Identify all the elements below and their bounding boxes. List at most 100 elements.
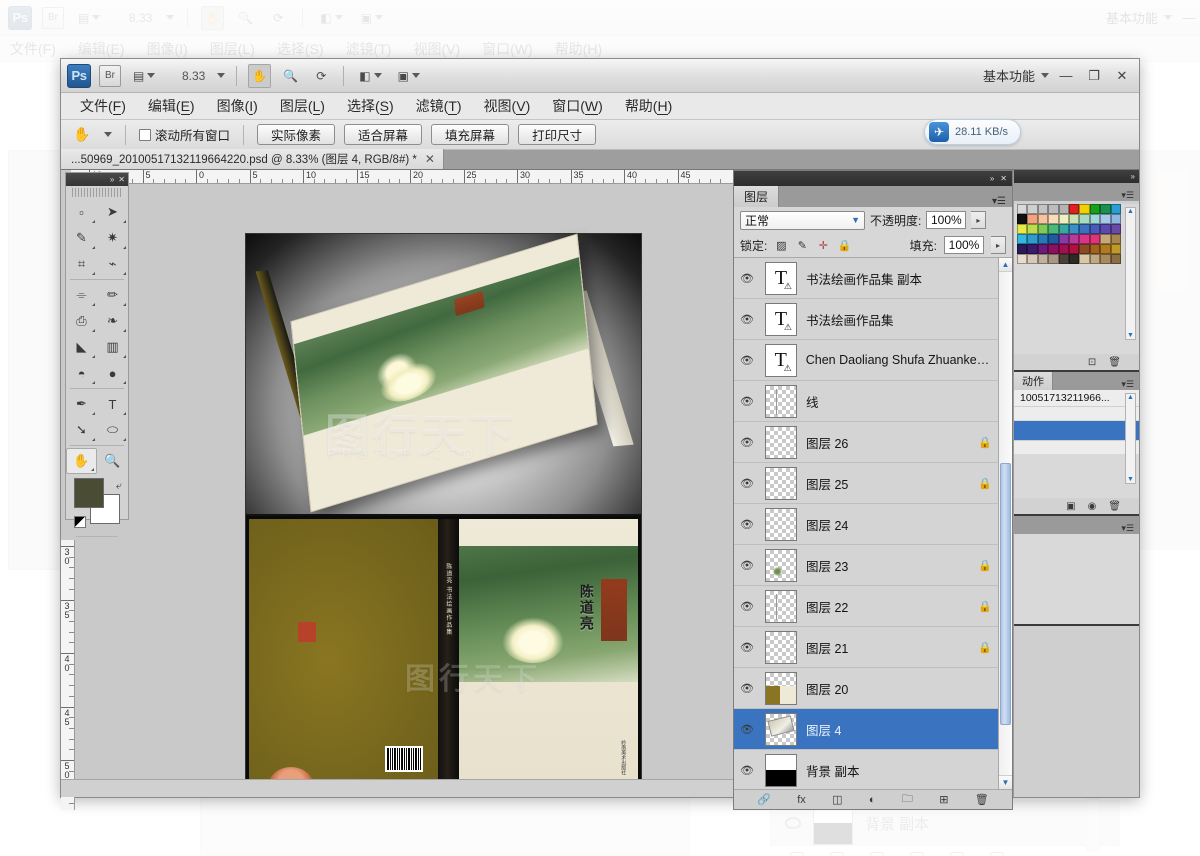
layer-thumbnail[interactable]: T ⚠ [765,261,797,295]
color-swatch[interactable] [1089,234,1101,244]
fill-screen-button[interactable]: 填充屏幕 [431,124,510,145]
color-swatch[interactable] [1017,234,1028,244]
eraser-tool-icon[interactable]: ◣ [66,334,97,360]
swatches-panel-menu-icon[interactable]: ▾☰ [1116,190,1139,201]
color-swatch[interactable] [1058,224,1069,234]
document-tab[interactable]: ...50969_20100517132119664220.psd @ 8.33… [61,149,444,169]
scrollbar-track[interactable] [999,272,1012,775]
scroll-all-windows-checkbox[interactable]: 滚动所有窗口 [139,125,230,144]
minimize-button[interactable]: — [1055,66,1077,86]
color-swatch[interactable] [1048,244,1059,254]
layer-visibility-eye-icon[interactable]: 👁 [738,599,756,613]
color-swatch[interactable] [1068,224,1080,234]
record-icon[interactable]: ◉ [1088,501,1097,512]
color-swatch[interactable] [1110,224,1121,234]
color-swatch[interactable] [1017,224,1028,234]
marquee-tool-icon[interactable]: ▫ [66,199,97,225]
layer-thumbnail[interactable] [765,630,797,664]
layers-collapse-icon[interactable]: » [990,174,994,183]
fill-stepper-icon[interactable]: ▸ [991,236,1006,254]
color-swatch[interactable] [1017,204,1028,214]
actual-pixels-button[interactable]: 实际像素 [257,124,336,145]
layer-thumbnail[interactable] [765,507,797,541]
swatches-scroll-up-icon[interactable]: ▲ [1126,208,1135,215]
crop-tool-icon[interactable]: ⌗ [66,251,97,277]
layer-visibility-eye-icon[interactable]: 👁 [738,640,756,654]
layer-thumbnail[interactable] [765,712,797,746]
color-swatch[interactable] [1100,214,1111,224]
layer-row[interactable]: 👁 背景 副本 [734,750,998,789]
color-swatch[interactable] [1068,244,1080,254]
actions-panel-menu-icon[interactable]: ▾☰ [1116,379,1139,390]
layers-panel-menu-icon[interactable]: ▾☰ [986,196,1012,207]
color-swatch[interactable] [1058,204,1069,214]
layer-visibility-eye-icon[interactable]: 👁 [738,312,756,326]
swatches-grid[interactable] [1017,204,1121,264]
close-button[interactable]: ✕ [1111,66,1133,86]
delete-swatch-icon[interactable]: 🗑 [1108,357,1121,368]
scroll-down-icon[interactable]: ▼ [999,775,1012,789]
magic-wand-tool-icon[interactable]: ✷ [97,225,128,251]
color-swatch[interactable] [1058,254,1069,264]
swatches-scroll-down-icon[interactable]: ▼ [1126,332,1135,339]
color-swatch[interactable] [1048,214,1059,224]
layer-row[interactable]: 👁 线 [734,381,998,422]
color-swatch[interactable] [1100,224,1111,234]
blend-mode-select[interactable]: 正常 ▼ [740,210,865,230]
color-swatch[interactable] [1027,234,1038,244]
document-tab-close-icon[interactable]: ✕ [425,152,435,166]
menu-item-window[interactable]: 窗口(W) [541,94,614,118]
color-swatch[interactable] [1110,214,1121,224]
color-swatch[interactable] [1017,244,1028,254]
color-swatch[interactable] [1089,244,1101,254]
gradient-tool-icon[interactable]: ▥ [97,334,128,360]
color-swatch[interactable] [1048,224,1059,234]
pen-tool-icon[interactable]: ✒ [66,391,97,417]
menu-item-layer[interactable]: 图层(L) [269,94,336,118]
menu-item-filter[interactable]: 滤镜(T) [405,94,473,118]
lock-image-pixels-icon[interactable]: ✎ [795,238,809,252]
move-tool-icon[interactable]: ➤ [97,199,128,225]
blur-tool-icon[interactable]: ◓ [66,360,97,386]
layer-visibility-eye-icon[interactable]: 👁 [738,722,756,736]
color-swatch[interactable] [1079,204,1090,214]
layer-row[interactable]: 👁 图层 26 🔒 [734,422,998,463]
checkbox-box-icon[interactable] [139,128,151,141]
ellipse-shape-tool-icon[interactable]: ⬭ [97,417,128,443]
opacity-stepper-icon[interactable]: ▸ [971,211,987,229]
chevron-down-icon[interactable]: ▼ [851,215,860,225]
color-swatch[interactable] [1027,254,1038,264]
hand-tool-icon[interactable]: ✋ [248,63,272,88]
new-layer-icon[interactable]: ⊞ [939,793,948,806]
vertical-ruler[interactable]: 3035404550 [61,540,75,810]
color-swatch[interactable] [1100,244,1111,254]
extra-body[interactable] [1014,534,1139,624]
color-swatch[interactable] [1079,244,1090,254]
layer-visibility-eye-icon[interactable]: 👁 [738,517,756,531]
layer-row[interactable]: 👁 图层 24 [734,504,998,545]
color-swatch[interactable] [1017,214,1028,224]
action-item-selected[interactable] [1014,421,1139,441]
color-swatch[interactable] [1110,204,1121,214]
layer-row[interactable]: 👁 图层 4 [734,709,998,750]
lock-transparent-pixels-icon[interactable]: ▨ [774,238,788,252]
layers-scrollbar[interactable]: ▲ ▼ [998,258,1012,789]
artboard[interactable]: 陈道亮 书法绘画作品集 陈道亮 岭南美术出版社 [246,233,641,797]
color-swatch[interactable] [1037,204,1049,214]
layer-row[interactable]: 👁 图层 25 🔒 [734,463,998,504]
restore-button[interactable]: ❐ [1083,66,1105,86]
dodge-tool-icon[interactable]: ● [97,360,128,386]
hand-tool-icon-palette[interactable]: ✋ [66,448,97,474]
link-layers-icon[interactable]: 🔗 [757,793,771,806]
color-swatch[interactable] [1048,234,1059,244]
type-tool-icon[interactable]: T [97,391,128,417]
default-colors-icon[interactable] [74,516,86,528]
layer-visibility-eye-icon[interactable]: 👁 [738,394,756,408]
color-swatch[interactable] [1110,234,1121,244]
arrange-documents-icon[interactable]: ◧ [355,64,385,88]
color-swatch[interactable] [1100,204,1111,214]
menu-item-image[interactable]: 图像(I) [206,94,269,118]
zoom-tool-icon-palette[interactable]: 🔍 [97,448,128,474]
layer-visibility-eye-icon[interactable]: 👁 [738,435,756,449]
layers-panel-titlebar[interactable]: » ✕ [734,171,1012,186]
